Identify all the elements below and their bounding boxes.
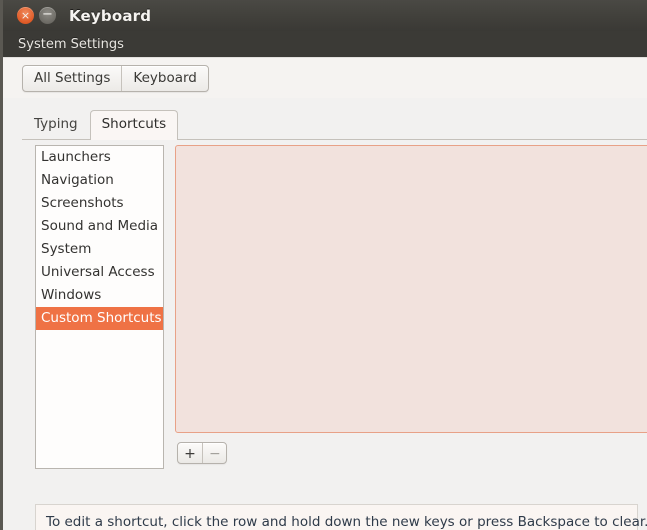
window-title: Keyboard [69, 6, 152, 25]
shortcuts-page: Launchers Navigation Screenshots Sound a… [22, 139, 647, 530]
add-remove-button-group: + − [177, 442, 227, 464]
sidebar-item-system[interactable]: System [36, 238, 163, 261]
add-shortcut-button[interactable]: + [178, 443, 202, 463]
sidebar-item-launchers[interactable]: Launchers [36, 146, 163, 169]
tab-strip: Typing Shortcuts [22, 110, 647, 140]
close-icon: × [20, 9, 31, 22]
menu-bar: System Settings [3, 31, 647, 58]
hint-bar: To edit a shortcut, click the row and ho… [35, 504, 647, 530]
sidebar-item-windows[interactable]: Windows [36, 284, 163, 307]
tab-shortcuts[interactable]: Shortcuts [89, 110, 179, 140]
tab-typing[interactable]: Typing [22, 110, 90, 139]
sidebar-item-sound-and-media[interactable]: Sound and Media [36, 215, 163, 238]
sidebar-item-screenshots[interactable]: Screenshots [36, 192, 163, 215]
sidebar-item-custom-shortcuts[interactable]: Custom Shortcuts [36, 307, 163, 330]
keyboard-settings-window: × − Keyboard System Settings All Setting… [0, 0, 647, 530]
minimize-icon: − [42, 7, 53, 22]
menu-item-system-settings[interactable]: System Settings [11, 35, 131, 54]
title-bar: × − Keyboard [3, 0, 647, 32]
all-settings-button[interactable]: All Settings [23, 66, 121, 91]
minimize-button[interactable]: − [39, 7, 56, 24]
tool-bar: All Settings Keyboard [3, 58, 647, 98]
keyboard-button[interactable]: Keyboard [121, 65, 207, 91]
custom-shortcut-list-panel[interactable] [175, 145, 647, 433]
notebook: Typing Shortcuts Launchers Navigation Sc… [22, 110, 647, 530]
close-button[interactable]: × [17, 7, 34, 24]
sidebar-item-universal-access[interactable]: Universal Access [36, 261, 163, 284]
remove-shortcut-button[interactable]: − [202, 443, 226, 463]
navigation-button-group: All Settings Keyboard [22, 64, 209, 92]
hint-text: To edit a shortcut, click the row and ho… [46, 514, 647, 530]
sidebar-item-navigation[interactable]: Navigation [36, 169, 163, 192]
shortcut-category-list[interactable]: Launchers Navigation Screenshots Sound a… [35, 145, 164, 469]
